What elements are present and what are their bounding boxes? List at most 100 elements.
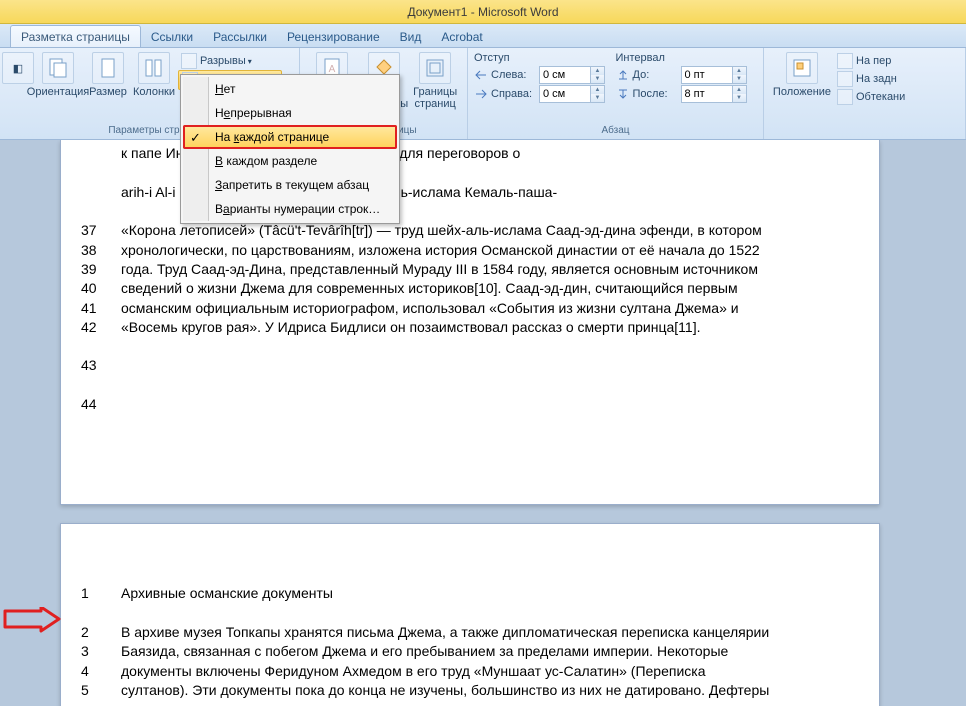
menu-item-each-section[interactable]: В каждом разделе [183,149,397,173]
document-line: 3Баязида, связанная с побегом Джема и ег… [81,642,853,661]
line-text: «Корона летописей» (Tâcü't-Tevârîh[tr]) … [121,221,853,240]
columns-icon [138,52,170,84]
indent-right-label: Справа: [491,88,539,100]
line-number: 5 [81,681,121,700]
indent-right-input[interactable] [539,85,591,103]
line-number [81,604,121,623]
breaks-label: Разрывы [200,55,246,67]
line-number: 43 [81,356,121,375]
document-line: 38хронологически, по царствованиям, изло… [81,241,853,260]
line-number [81,183,121,202]
tab-acrobat[interactable]: Acrobat [431,26,492,47]
position-button[interactable]: Положение [770,50,834,123]
menu-item-suppress[interactable]: Запретить в текущем абзац [183,173,397,197]
line-number: 1 [81,584,121,603]
line-text: года. Труд Саад-эд-Дина, представленный … [121,260,853,279]
line-number [81,376,121,395]
line-text: хронологически, по царствованиям, изложе… [121,241,853,260]
document-line: 43 [81,356,853,375]
position-icon [786,52,818,84]
bring-front-button[interactable]: На пер [834,52,908,70]
spacing-title: Интервал [616,52,758,64]
document-line: 40сведений о жизни Джема для современных… [81,279,853,298]
spacing-before-input[interactable] [681,66,733,84]
indent-right-spinner[interactable]: ▲▼ [591,85,605,103]
spacing-after-label: После: [633,88,681,100]
line-text: Архивные османские документы [121,584,853,603]
spacing-after-spinner[interactable]: ▲▼ [733,85,747,103]
line-text: В архиве музея Топкапы хранятся письма Д… [121,623,853,642]
group-arrange: Положение На пер На задн Обтекани [764,48,966,139]
line-number: 37 [81,221,121,240]
document-line [81,337,853,356]
send-back-label: На задн [856,73,897,85]
ribbon: ◧ Ориентация Размер Колонки [0,48,966,140]
menu-item-options[interactable]: Варианты нумерации строк… [183,197,397,221]
chevron-down-icon: ▾ [248,57,252,66]
line-text: документы включены Феридуном Ахмедом в е… [121,662,853,681]
indent-right-row: Справа: ▲▼ [474,85,616,103]
spacing-before-label: До: [633,69,681,81]
line-text: Баязида, связанная с побегом Джема и его… [121,642,853,661]
line-number [81,144,121,163]
page-borders-button[interactable]: Границы страниц [409,50,461,123]
tab-review[interactable]: Рецензирование [277,26,390,47]
spacing-before-row: До: ▲▼ [616,66,758,84]
columns-button[interactable]: Колонки [130,50,178,123]
line-text: султанов). Эти документы пока до конца н… [121,681,853,700]
ribbon-tabs: Разметка страницы Ссылки Рассылки Реценз… [0,24,966,48]
line-number: 40 [81,279,121,298]
group-paragraph: Отступ Слева: ▲▼ Справа: ▲▼ [468,48,764,139]
line-text [121,376,853,395]
send-back-button[interactable]: На задн [834,70,908,88]
breaks-button[interactable]: Разрывы ▾ [178,52,282,70]
window-title: Документ1 - Microsoft Word [407,5,558,19]
indent-left-icon [474,68,488,82]
spacing-after-input[interactable] [681,85,733,103]
indent-title: Отступ [474,52,616,64]
send-back-icon [837,71,853,87]
breaks-icon [181,53,197,69]
indent-left-spinner[interactable]: ▲▼ [591,66,605,84]
line-numbers-menu: Нет Непрерывная ✓ На каждой странице В к… [180,74,400,224]
line-number: 39 [81,260,121,279]
document-line [81,376,853,395]
document-line: 4документы включены Феридуном Ахмедом в … [81,662,853,681]
menu-item-suppress-label: Запретить в текущем абзац [215,178,369,192]
columns-label: Колонки [133,86,175,98]
menu-item-none[interactable]: Нет [183,77,397,101]
menu-item-options-label: Варианты нумерации строк… [215,202,380,216]
spacing-before-spinner[interactable]: ▲▼ [733,66,747,84]
line-number: 44 [81,395,121,414]
size-button[interactable]: Размер [86,50,130,123]
bring-front-icon [837,53,853,69]
document-line: 44 [81,395,853,414]
tab-page-layout[interactable]: Разметка страницы [10,25,141,47]
document-line: 1Архивные османские документы [81,584,853,603]
line-number [81,202,121,221]
line-text [121,604,853,623]
document-line: 39года. Труд Саад-эд-Дина, представленны… [81,260,853,279]
indent-left-input[interactable] [539,66,591,84]
arrow-icon [3,607,63,633]
menu-item-each-page[interactable]: ✓ На каждой странице [183,125,397,149]
title-bar: Документ1 - Microsoft Word [0,0,966,24]
indent-right-icon [474,87,488,101]
document-line: 5султанов). Эти документы пока до конца … [81,681,853,700]
line-text: сведений о жизни Джема для современных и… [121,279,853,298]
tab-mailings[interactable]: Рассылки [203,26,277,47]
document-line [81,604,853,623]
tab-references[interactable]: Ссылки [141,26,203,47]
document-area[interactable]: к папе Иннокентию VIII как посол Баязида… [0,140,966,706]
tab-view[interactable]: Вид [390,26,432,47]
line-text [121,395,853,414]
annotation-arrow [3,607,63,633]
orientation-button[interactable]: Ориентация [30,50,86,123]
document-line: 42«Восемь кругов рая». У Идриса Бидлиси … [81,318,853,337]
line-text [121,337,853,356]
line-text [121,356,853,375]
menu-item-continuous[interactable]: Непрерывная [183,101,397,125]
indent-left-row: Слева: ▲▼ [474,66,616,84]
document-line: 37«Корона летописей» (Tâcü't-Tevârîh[tr]… [81,221,853,240]
text-wrap-button[interactable]: Обтекани [834,88,908,106]
